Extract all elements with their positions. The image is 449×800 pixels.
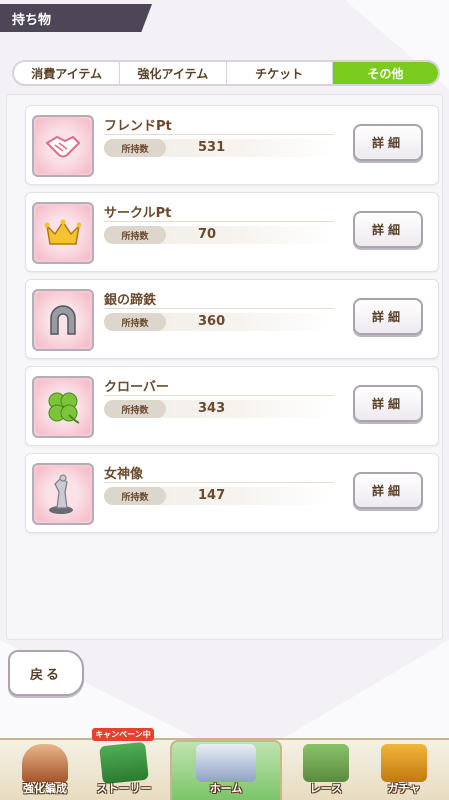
detail-button[interactable]: 詳細 — [353, 385, 423, 422]
quantity-label: 所持数 — [104, 226, 166, 244]
item-name: クローバー — [104, 380, 169, 395]
divider — [104, 395, 334, 396]
item-card-circle-pt: サークルPt 所持数 70 詳細 — [25, 192, 439, 272]
statue-icon — [32, 463, 94, 525]
gacha-door-icon — [381, 744, 427, 782]
nav-gacha[interactable]: ガチャ — [366, 742, 442, 800]
quantity-label: 所持数 — [104, 139, 166, 157]
tab-enhancement[interactable]: 強化アイテム — [120, 62, 227, 84]
nav-label: ストーリー — [96, 782, 152, 795]
nav-label: レース — [309, 782, 343, 795]
story-book-icon — [99, 741, 149, 785]
campaign-badge: キャンペーン中 — [92, 728, 154, 741]
quantity-row: 所持数 147 — [104, 487, 334, 505]
quantity-row: 所持数 343 — [104, 400, 334, 418]
nav-enhance-formation[interactable]: 強化編成 — [4, 742, 86, 800]
handshake-icon — [32, 115, 94, 177]
item-card-goddess-statue: 女神像 所持数 147 詳細 — [25, 453, 439, 533]
clover-icon — [32, 376, 94, 438]
nav-race[interactable]: レース — [290, 742, 362, 800]
tab-tickets[interactable]: チケット — [227, 62, 333, 84]
tab-consumables[interactable]: 消費アイテム — [14, 62, 121, 84]
quantity-value: 360 — [198, 314, 226, 329]
nav-label: ガチャ — [387, 782, 421, 795]
home-building-icon — [196, 744, 256, 782]
quantity-value: 147 — [198, 488, 226, 503]
quantity-row: 所持数 360 — [104, 313, 334, 331]
nav-label: 強化編成 — [23, 782, 67, 795]
back-button[interactable]: 戻る — [8, 650, 84, 696]
quantity-value: 70 — [198, 227, 217, 242]
divider — [104, 482, 334, 483]
nav-label: ホーム — [209, 782, 243, 795]
divider — [104, 134, 334, 135]
item-name: フレンドPt — [104, 119, 172, 134]
crown-icon — [32, 202, 94, 264]
detail-button[interactable]: 詳細 — [353, 211, 423, 248]
character-icon — [22, 744, 68, 782]
item-name: 銀の蹄鉄 — [104, 293, 157, 308]
detail-button[interactable]: 詳細 — [353, 472, 423, 509]
quantity-row: 所持数 70 — [104, 226, 334, 244]
quantity-value: 343 — [198, 401, 226, 416]
quantity-label: 所持数 — [104, 487, 166, 505]
divider — [104, 308, 334, 309]
nav-story[interactable]: ストーリー — [88, 741, 160, 800]
nav-home[interactable]: ホーム — [170, 740, 282, 800]
item-card-silver-horseshoe: 銀の蹄鉄 所持数 360 詳細 — [25, 279, 439, 359]
race-gate-icon — [303, 744, 349, 782]
quantity-value: 531 — [198, 140, 226, 155]
item-name: サークルPt — [104, 206, 172, 221]
horseshoe-icon — [32, 289, 94, 351]
quantity-row: 所持数 531 — [104, 139, 334, 157]
tab-other[interactable]: その他 — [332, 62, 438, 84]
quantity-label: 所持数 — [104, 313, 166, 331]
detail-button[interactable]: 詳細 — [353, 298, 423, 335]
detail-button[interactable]: 詳細 — [353, 124, 423, 161]
item-name: 女神像 — [104, 467, 144, 482]
quantity-label: 所持数 — [104, 400, 166, 418]
divider — [104, 221, 334, 222]
item-list-panel: フレンドPt 所持数 531 詳細 サークルPt 所持数 70 詳細 銀の蹄鉄 … — [6, 94, 443, 640]
item-card-clover: クローバー 所持数 343 詳細 — [25, 366, 439, 446]
item-card-friend-pt: フレンドPt 所持数 531 詳細 — [25, 105, 439, 185]
page-title: 持ち物 — [12, 13, 52, 28]
page-header: 持ち物 — [0, 4, 152, 32]
category-tabs: 消費アイテム 強化アイテム チケット その他 — [12, 60, 440, 86]
